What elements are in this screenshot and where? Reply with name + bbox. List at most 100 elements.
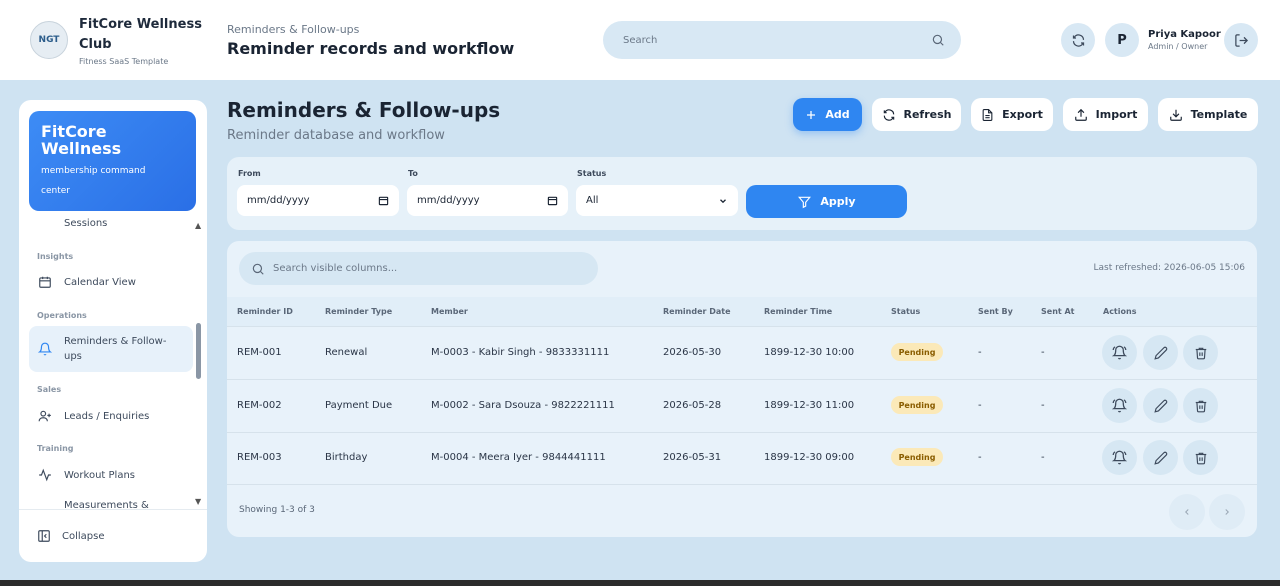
user-info[interactable]: Priya Kapoor Admin / Owner (1148, 29, 1224, 51)
add-label: Add (825, 108, 850, 121)
next-page-button[interactable] (1209, 494, 1245, 530)
cell-sent-at: - (1041, 452, 1045, 463)
table-row[interactable]: REM-001 Renewal M-0003 - Kabir Singh - 9… (227, 327, 1257, 380)
table-panel: Search visible columns... Last refreshed… (227, 241, 1257, 537)
delete-button[interactable] (1183, 388, 1218, 423)
trash-icon (1195, 400, 1206, 412)
send-reminder-button[interactable] (1102, 335, 1137, 370)
delete-button[interactable] (1183, 335, 1218, 370)
cell-member: M-0002 - Sara Dsouza - 9822221111 (431, 400, 615, 411)
edit-button[interactable] (1143, 335, 1178, 370)
send-reminder-button[interactable] (1102, 388, 1137, 423)
table-search-input[interactable]: Search visible columns... (239, 252, 598, 285)
column-header[interactable]: Sent At (1041, 307, 1075, 316)
cell-reminder-type: Payment Due (325, 400, 393, 411)
toolbar: Add Refresh Export Import Template (793, 98, 1258, 131)
to-date-input[interactable]: mm/dd/yyyy (407, 185, 568, 216)
column-header[interactable]: Member (431, 307, 468, 316)
template-button[interactable]: Template (1158, 98, 1258, 131)
cell-reminder-id: REM-002 (237, 400, 282, 411)
sidebar-item-leads[interactable]: Leads / Enquiries (29, 393, 193, 439)
cell-date: 2026-05-28 (663, 400, 722, 411)
brand-name: FitCore Wellness Club (79, 16, 202, 52)
apply-label: Apply (820, 195, 856, 208)
from-date-value: mm/dd/yyyy (247, 195, 310, 206)
collapse-button[interactable]: Collapse (19, 509, 207, 562)
sidebar-item-label: Leads / Enquiries (64, 410, 150, 422)
last-refreshed: Last refreshed: 2026-06-05 15:06 (1093, 263, 1246, 273)
table-row[interactable]: REM-003 Birthday M-0004 - Meera Iyer - 9… (227, 432, 1257, 485)
bottom-strip (0, 580, 1280, 586)
sidebar-item-sessions[interactable]: Sessions (29, 200, 193, 246)
user-role: Admin / Owner (1148, 42, 1208, 51)
sidebar-item-calendar[interactable]: Calendar View (29, 259, 193, 305)
column-header[interactable]: Reminder ID (237, 307, 293, 316)
filter-icon (798, 196, 812, 208)
status-select[interactable]: All (576, 185, 738, 216)
sync-button[interactable] (1061, 23, 1095, 57)
cell-reminder-type: Renewal (325, 347, 368, 358)
cell-date: 2026-05-30 (663, 347, 722, 358)
cell-member: M-0004 - Meera Iyer - 9844441111 (431, 452, 606, 463)
brand[interactable]: NGT FitCore Wellness Club Fitness SaaS T… (30, 15, 226, 66)
sidebar-item-label: Workout Plans (64, 469, 136, 481)
column-header[interactable]: Sent By (978, 307, 1013, 316)
bell-ring-icon (1112, 398, 1127, 413)
bell-ring-icon (1112, 450, 1127, 465)
table-row[interactable]: REM-002 Payment Due M-0002 - Sara Dsouza… (227, 380, 1257, 433)
status-select-value: All (586, 195, 599, 206)
file-icon (982, 108, 993, 121)
filter-panel: From mm/dd/yyyy To mm/dd/yyyy Status All… (227, 157, 1257, 230)
brand-logo: NGT (30, 21, 68, 59)
trash-icon (1195, 347, 1206, 359)
send-reminder-button[interactable] (1102, 440, 1137, 475)
pencil-icon (1153, 399, 1167, 413)
refresh-label: Refresh (903, 108, 952, 121)
sidebar-section-operations: Operations (37, 311, 87, 320)
avatar[interactable]: P (1105, 23, 1139, 57)
pagination-summary: Showing 1-3 of 3 (239, 505, 315, 515)
import-button[interactable]: Import (1063, 98, 1148, 131)
sidebar-item-label: Sessions (64, 217, 108, 229)
calendar-icon (378, 196, 389, 206)
table-search-placeholder: Search visible columns... (273, 263, 398, 274)
sidebar-item-reminders[interactable]: Reminders & Follow-ups (29, 326, 193, 372)
global-search-input[interactable]: Search (603, 21, 961, 59)
apply-button[interactable]: Apply (746, 185, 907, 218)
column-header[interactable]: Reminder Time (764, 307, 832, 316)
refresh-icon (883, 108, 894, 121)
template-label: Template (1190, 108, 1248, 121)
cell-time: 1899-12-30 11:00 (764, 400, 855, 411)
edit-button[interactable] (1143, 388, 1178, 423)
cell-member: M-0003 - Kabir Singh - 9833331111 (431, 347, 610, 358)
to-date-value: mm/dd/yyyy (417, 195, 480, 206)
chevron-left-icon (1185, 509, 1189, 515)
search-icon (932, 34, 944, 46)
sidebar-item-label: Calendar View (64, 276, 136, 288)
column-header: Actions (1103, 307, 1137, 316)
logout-icon (1234, 33, 1248, 47)
prev-page-button[interactable] (1169, 494, 1205, 530)
column-header[interactable]: Reminder Date (663, 307, 731, 316)
to-label: To (408, 169, 418, 178)
scroll-down-arrow[interactable]: ▼ (195, 497, 201, 506)
from-label: From (238, 169, 261, 178)
logout-button[interactable] (1224, 23, 1258, 57)
calendar-icon (37, 274, 53, 290)
page-heading: Reminders & Follow-ups Reminder records … (227, 23, 603, 58)
collapse-icon (37, 529, 51, 543)
column-header[interactable]: Reminder Type (325, 307, 392, 316)
refresh-button[interactable]: Refresh (872, 98, 961, 131)
cell-time: 1899-12-30 10:00 (764, 347, 855, 358)
status-badge: Pending (891, 448, 943, 466)
from-date-input[interactable]: mm/dd/yyyy (237, 185, 399, 216)
add-button[interactable]: Add (793, 98, 862, 131)
top-bar: NGT FitCore Wellness Club Fitness SaaS T… (0, 0, 1280, 80)
column-header[interactable]: Status (891, 307, 920, 316)
export-button[interactable]: Export (971, 98, 1053, 131)
sidebar-scrollbar-thumb[interactable] (196, 323, 201, 379)
delete-button[interactable] (1183, 440, 1218, 475)
edit-button[interactable] (1143, 440, 1178, 475)
user-name: Priya Kapoor (1148, 29, 1221, 40)
scroll-up-arrow[interactable]: ▲ (195, 221, 201, 230)
